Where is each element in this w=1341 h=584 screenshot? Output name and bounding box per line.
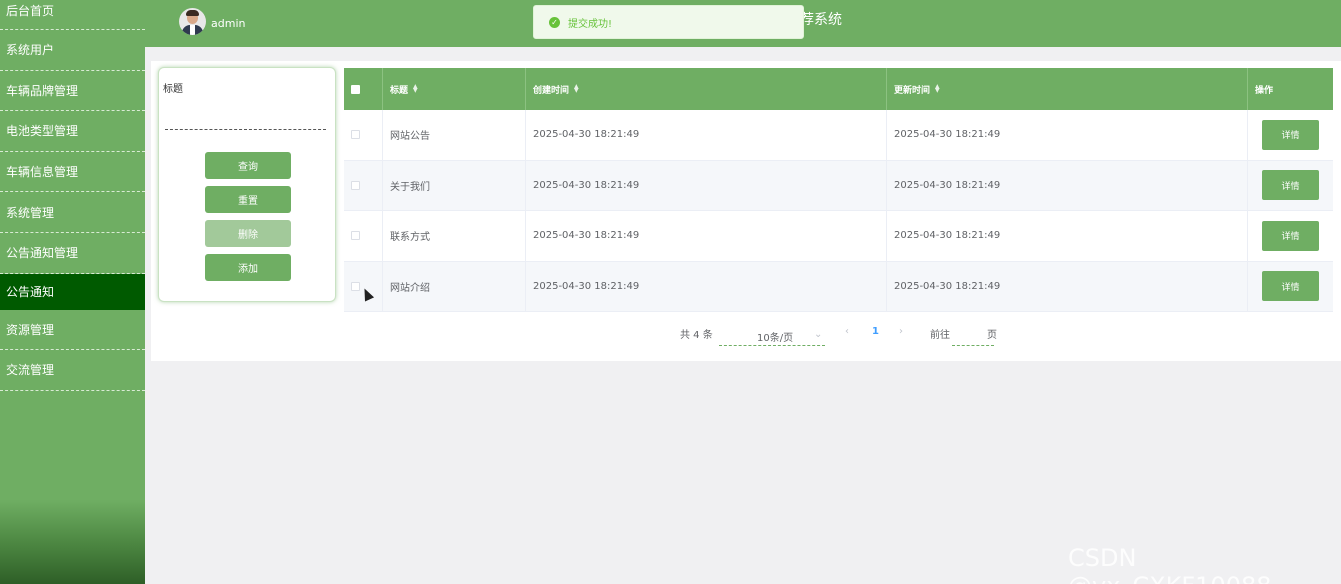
sidebar-item-label: 资源管理 bbox=[6, 322, 55, 337]
sort-icon[interactable]: ▲ ▼ bbox=[935, 84, 940, 94]
header-title-label: 标题 bbox=[390, 85, 409, 96]
header-updated-label: 更新时间 bbox=[894, 85, 931, 96]
row-checkbox-cell bbox=[344, 211, 383, 261]
row-updated: 2025-04-30 18:21:49 bbox=[887, 110, 1248, 160]
title-search-input[interactable] bbox=[165, 112, 326, 130]
header-actions: 操作 bbox=[1248, 68, 1333, 110]
row-actions: 详情 bbox=[1248, 110, 1333, 160]
row-title: 联系方式 bbox=[383, 211, 526, 261]
detail-button[interactable]: 详情 bbox=[1262, 119, 1319, 150]
sidebar-item-system-users[interactable]: 系统用户 bbox=[0, 30, 145, 71]
header-created[interactable]: 创建时间 ▲ ▼ bbox=[526, 68, 887, 110]
row-title: 网站介绍 bbox=[383, 261, 526, 311]
row-updated: 2025-04-30 18:21:49 bbox=[887, 160, 1248, 210]
sidebar-item-vehicle-brand[interactable]: 车辆品牌管理 bbox=[0, 71, 145, 112]
row-checkbox-cell bbox=[344, 110, 383, 160]
sidebar-item-vehicle-info[interactable]: 车辆信息管理 bbox=[0, 152, 145, 193]
search-label: 标题 bbox=[163, 84, 183, 95]
chevron-down-icon: ⌄ bbox=[814, 329, 823, 340]
sidebar-item-label: 公告通知 bbox=[6, 285, 55, 300]
next-page-icon[interactable]: › bbox=[899, 326, 903, 337]
sidebar-item-notice-management[interactable]: 公告通知管理 bbox=[0, 233, 145, 274]
sort-icon[interactable]: ▲ ▼ bbox=[574, 84, 579, 94]
add-button[interactable]: 添加 bbox=[205, 254, 291, 281]
row-checkbox[interactable] bbox=[351, 281, 360, 291]
page-unit-label: 页 bbox=[987, 330, 997, 341]
select-all-checkbox[interactable] bbox=[351, 84, 360, 94]
header-created-label: 创建时间 bbox=[533, 85, 570, 96]
delete-button[interactable]: 删除 bbox=[205, 220, 291, 247]
reset-button[interactable]: 重置 bbox=[205, 186, 291, 213]
row-created: 2025-04-30 18:21:49 bbox=[526, 110, 887, 160]
sidebar-item-label: 系统管理 bbox=[6, 205, 55, 220]
watermark: CSDN @vx_CXKF10088 bbox=[1068, 544, 1272, 584]
table-row[interactable]: 网站公告 2025-04-30 18:21:49 2025-04-30 18:2… bbox=[344, 110, 1333, 161]
table-header: 标题 ▲ ▼ 创建时间 ▲ ▼ 更新时间 ▲ ▼ 操作 bbox=[344, 68, 1333, 110]
sidebar-item-home[interactable]: 后台首页 bbox=[0, 0, 145, 30]
table-row[interactable]: 联系方式 2025-04-30 18:21:49 2025-04-30 18:2… bbox=[344, 211, 1333, 262]
row-updated: 2025-04-30 18:21:49 bbox=[887, 261, 1248, 311]
sidebar-item-label: 电池类型管理 bbox=[6, 124, 79, 139]
header-actions-label: 操作 bbox=[1255, 85, 1274, 96]
toast-message: 提交成功! bbox=[568, 18, 613, 30]
header-title[interactable]: 标题 ▲ ▼ bbox=[383, 68, 526, 110]
row-title: 关于我们 bbox=[383, 160, 526, 210]
pagination-total: 共 4 条 bbox=[680, 330, 713, 341]
table-row[interactable]: 关于我们 2025-04-30 18:21:49 2025-04-30 18:2… bbox=[344, 160, 1333, 211]
sidebar-item-label: 后台首页 bbox=[6, 4, 55, 18]
username: admin bbox=[211, 17, 246, 30]
notice-table: 标题 ▲ ▼ 创建时间 ▲ ▼ 更新时间 ▲ ▼ 操作 网站公告 2025-04-30 18… bbox=[344, 68, 1333, 312]
row-created: 2025-04-30 18:21:49 bbox=[526, 160, 887, 210]
detail-button[interactable]: 详情 bbox=[1262, 220, 1319, 251]
avatar[interactable] bbox=[179, 8, 206, 35]
sidebar-item-battery-type[interactable]: 电池类型管理 bbox=[0, 111, 145, 152]
row-checkbox[interactable] bbox=[351, 180, 360, 190]
row-checkbox[interactable] bbox=[351, 231, 360, 241]
header-updated[interactable]: 更新时间 ▲ ▼ bbox=[887, 68, 1248, 110]
page-title: 荐系统 bbox=[800, 12, 842, 28]
page-number-current[interactable]: 1 bbox=[872, 326, 879, 337]
sidebar-item-notices[interactable]: 公告通知 bbox=[0, 273, 145, 310]
sidebar-item-label: 系统用户 bbox=[6, 43, 55, 58]
page-size-value: 10条/页 bbox=[757, 333, 794, 344]
sidebar-item-communication[interactable]: 交流管理 bbox=[0, 350, 145, 391]
check-circle-icon: ✓ bbox=[549, 16, 560, 28]
sidebar-item-resources[interactable]: 资源管理 bbox=[0, 310, 145, 351]
row-checkbox-cell bbox=[344, 261, 383, 311]
row-created: 2025-04-30 18:21:49 bbox=[526, 211, 887, 261]
search-card: 标题 查询 重置 删除 添加 bbox=[158, 67, 336, 302]
sidebar-item-label: 车辆信息管理 bbox=[6, 165, 79, 180]
table-row[interactable]: 网站介绍 2025-04-30 18:21:49 2025-04-30 18:2… bbox=[344, 261, 1333, 312]
row-checkbox-cell bbox=[344, 160, 383, 210]
row-actions: 详情 bbox=[1248, 262, 1333, 312]
success-toast: ✓ 提交成功! bbox=[533, 5, 804, 39]
page-size-select[interactable]: 10条/页 ⌄ bbox=[719, 326, 825, 346]
sidebar-item-label: 公告通知管理 bbox=[6, 246, 79, 261]
row-updated: 2025-04-30 18:21:49 bbox=[887, 211, 1248, 261]
goto-label: 前往 bbox=[930, 330, 950, 341]
row-created: 2025-04-30 18:21:49 bbox=[526, 261, 887, 311]
sidebar: 后台首页 系统用户 车辆品牌管理 电池类型管理 车辆信息管理 系统管理 公告通知… bbox=[0, 0, 145, 584]
row-actions: 详情 bbox=[1248, 161, 1333, 211]
sidebar-item-label: 交流管理 bbox=[6, 363, 55, 378]
detail-button[interactable]: 详情 bbox=[1262, 170, 1319, 201]
row-actions: 详情 bbox=[1248, 211, 1333, 261]
detail-button[interactable]: 详情 bbox=[1262, 271, 1319, 302]
row-checkbox[interactable] bbox=[351, 130, 360, 140]
query-button[interactable]: 查询 bbox=[205, 152, 291, 179]
sort-icon[interactable]: ▲ ▼ bbox=[413, 84, 418, 94]
row-title: 网站公告 bbox=[383, 110, 526, 160]
sidebar-item-system-management[interactable]: 系统管理 bbox=[0, 192, 145, 233]
prev-page-icon[interactable]: ‹ bbox=[845, 326, 849, 337]
sidebar-item-label: 车辆品牌管理 bbox=[6, 83, 79, 98]
select-all-cell bbox=[344, 68, 383, 110]
